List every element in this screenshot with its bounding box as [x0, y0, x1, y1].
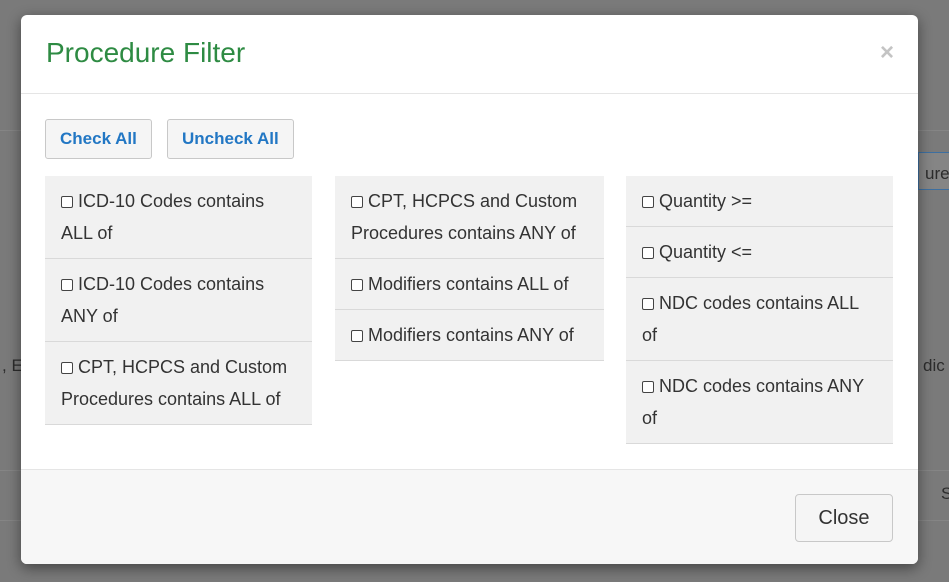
- filter-option-label: NDC codes contains ALL of: [642, 293, 859, 345]
- close-icon[interactable]: ×: [880, 39, 894, 67]
- modal-header: Procedure Filter ×: [21, 15, 918, 94]
- filter-option-quantity-lte[interactable]: Quantity <=: [626, 227, 893, 278]
- checkbox[interactable]: [351, 196, 363, 208]
- modal-footer: Close: [21, 469, 918, 564]
- check-all-button[interactable]: Check All: [45, 119, 152, 159]
- filter-option-label: Modifiers contains ANY of: [368, 325, 574, 345]
- filter-option-label: Quantity <=: [659, 242, 753, 262]
- bg-input-fragment: ure: [918, 152, 949, 190]
- uncheck-all-button[interactable]: Uncheck All: [167, 119, 294, 159]
- filter-option-label: Quantity >=: [659, 191, 753, 211]
- checkbox[interactable]: [61, 362, 73, 374]
- bg-text-fragment: S: [941, 484, 949, 503]
- filter-option-label: ICD-10 Codes contains ANY of: [61, 274, 265, 326]
- filter-column-3: Quantity >= Quantity <= NDC codes contai…: [626, 176, 893, 444]
- filter-option-icd10-any[interactable]: ICD-10 Codes contains ANY of: [45, 259, 312, 342]
- checkbox[interactable]: [642, 381, 654, 393]
- filter-option-ndc-any[interactable]: NDC codes contains ANY of: [626, 361, 893, 444]
- procedure-filter-modal: Procedure Filter × Check All Uncheck All…: [21, 15, 918, 564]
- filter-column-2: CPT, HCPCS and Custom Procedures contain…: [335, 176, 604, 361]
- close-button[interactable]: Close: [795, 494, 893, 542]
- filter-option-label: Modifiers contains ALL of: [368, 274, 569, 294]
- bg-text-fragment: dic: [923, 356, 945, 375]
- filter-option-label: NDC codes contains ANY of: [642, 376, 864, 428]
- checkbox[interactable]: [642, 247, 654, 259]
- filter-option-cpt-all[interactable]: CPT, HCPCS and Custom Procedures contain…: [45, 342, 312, 425]
- filter-option-label: CPT, HCPCS and Custom Procedures contain…: [61, 357, 288, 409]
- filter-option-icd10-all[interactable]: ICD-10 Codes contains ALL of: [45, 176, 312, 259]
- checkbox[interactable]: [642, 196, 654, 208]
- filter-option-label: CPT, HCPCS and Custom Procedures contain…: [351, 191, 578, 243]
- checkbox[interactable]: [61, 196, 73, 208]
- filter-option-quantity-gte[interactable]: Quantity >=: [626, 176, 893, 227]
- filter-option-modifiers-all[interactable]: Modifiers contains ALL of: [335, 259, 604, 310]
- checkbox[interactable]: [61, 279, 73, 291]
- filter-option-cpt-any[interactable]: CPT, HCPCS and Custom Procedures contain…: [335, 176, 604, 259]
- filter-option-modifiers-any[interactable]: Modifiers contains ANY of: [335, 310, 604, 361]
- checkbox[interactable]: [351, 279, 363, 291]
- modal-title: Procedure Filter: [46, 37, 246, 68]
- checkbox[interactable]: [351, 330, 363, 342]
- modal-body: Check All Uncheck All ICD-10 Codes conta…: [21, 95, 918, 470]
- filter-option-ndc-all[interactable]: NDC codes contains ALL of: [626, 278, 893, 361]
- filter-column-1: ICD-10 Codes contains ALL of ICD-10 Code…: [45, 176, 312, 425]
- checkbox[interactable]: [642, 298, 654, 310]
- bg-text-fragment: , E: [2, 356, 23, 375]
- filter-option-label: ICD-10 Codes contains ALL of: [61, 191, 265, 243]
